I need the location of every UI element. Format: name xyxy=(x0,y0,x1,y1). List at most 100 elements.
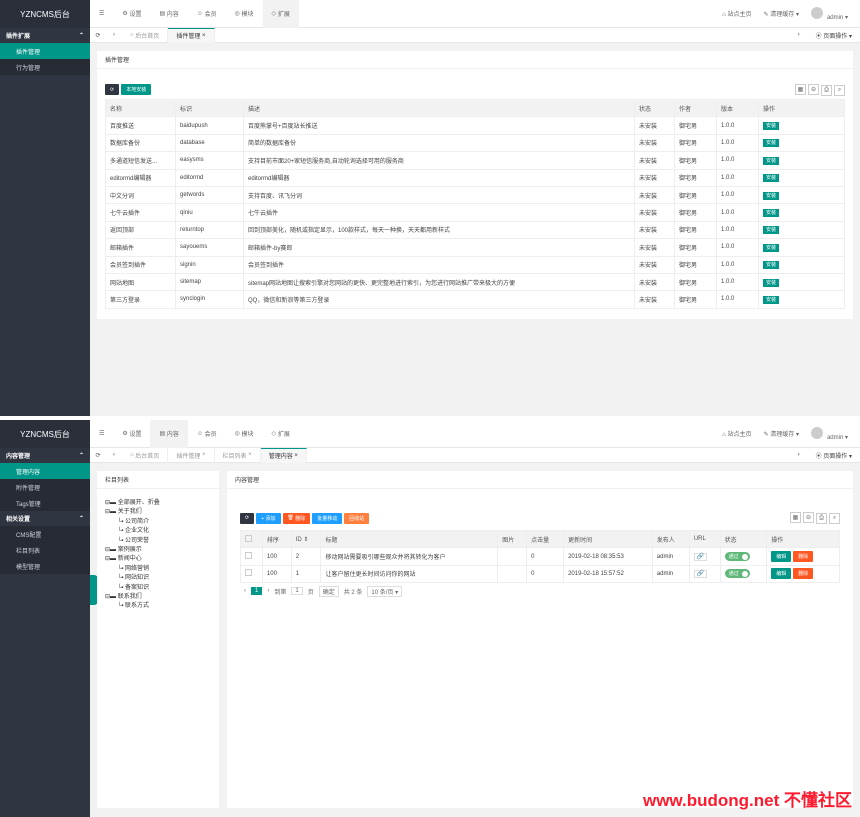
edit-button[interactable]: 编辑 xyxy=(771,551,792,563)
top-nav-extend[interactable]: ◇ 扩展 xyxy=(263,420,299,448)
status-toggle[interactable]: 通过 xyxy=(724,569,750,579)
chevron-right-icon[interactable]: › xyxy=(790,32,808,38)
page-ops-button[interactable]: ⦿ 页面操作 ▾ xyxy=(808,31,860,40)
top-nav-module[interactable]: ◎ 模块 xyxy=(226,0,263,28)
select-all-checkbox[interactable] xyxy=(245,534,252,542)
site-home-link[interactable]: ⌂ 站点主页 xyxy=(722,9,751,18)
tree-node[interactable]: ⊟▬ 案例展示 xyxy=(105,546,211,555)
menu-group-content[interactable]: 内容管理 ⌃ xyxy=(0,448,90,463)
install-button[interactable]: 安装 xyxy=(763,139,780,148)
sidebar-item-behavior-management[interactable]: 行为管理 xyxy=(0,59,90,75)
refresh-button[interactable]: ⟳ xyxy=(240,512,255,524)
refresh-button[interactable]: ⟳ xyxy=(105,84,120,95)
install-button[interactable]: 安装 xyxy=(763,122,780,131)
tab-plugin-management[interactable]: 插件管理 × xyxy=(168,27,215,43)
refresh-icon[interactable]: ⟳ xyxy=(90,452,106,459)
install-button[interactable]: 安装 xyxy=(763,295,780,304)
tree-node[interactable]: ⊟▬ 全部展开、折叠 xyxy=(105,499,211,508)
sidebar-item-attachments[interactable]: 附件管理 xyxy=(0,479,90,495)
sidebar-item-tags[interactable]: Tags管理 xyxy=(0,495,90,511)
print-icon[interactable]: ⎙ xyxy=(821,84,832,96)
clear-cache-menu[interactable]: ✎ 清理缓存 ▾ xyxy=(764,429,799,438)
delete-row-button[interactable]: 删除 xyxy=(793,568,814,580)
print-icon[interactable]: ⎙ xyxy=(816,513,827,524)
tab-home[interactable]: ⌂ 后台首页 xyxy=(122,27,169,43)
install-button[interactable]: 安装 xyxy=(763,278,780,287)
install-button[interactable]: 安装 xyxy=(763,261,780,270)
current-page[interactable]: 1 xyxy=(251,587,263,596)
chevron-left-icon[interactable]: ‹ xyxy=(106,32,122,38)
row-checkbox[interactable] xyxy=(245,569,252,577)
status-toggle[interactable]: 通过 xyxy=(724,552,750,562)
tree-node[interactable]: ⊟▬ 关于我们 xyxy=(105,508,211,517)
top-nav-member[interactable]: ☺ 会员 xyxy=(188,420,226,448)
tree-node[interactable]: ⊟▬ 新闻中心 xyxy=(105,555,211,564)
menu-toggle-icon[interactable]: ☰ xyxy=(90,0,113,28)
tree-node[interactable]: └▪ 备案知识 xyxy=(105,584,211,593)
chevron-left-icon[interactable]: ‹ xyxy=(106,452,122,458)
delete-row-button[interactable]: 删除 xyxy=(793,551,814,563)
user-menu[interactable]: admin ▾ xyxy=(810,6,848,21)
install-button[interactable]: 安装 xyxy=(763,191,780,200)
top-nav-extend[interactable]: ◇ 扩展 xyxy=(262,0,299,28)
batch-move-button[interactable]: 批量移动 xyxy=(312,512,343,524)
table-row: 100 1 让客户留住更长时间访问你的网站 0 2019-02-18 15:57:52 a… xyxy=(240,564,840,584)
sidebar-item-column-list[interactable]: 栏目列表 xyxy=(0,542,90,558)
top-nav-content[interactable]: ▤ 内容 xyxy=(150,0,187,28)
sidebar-item-cms-config[interactable]: CMS配置 xyxy=(0,526,90,542)
delete-button[interactable]: 🗑 删除 xyxy=(282,512,311,524)
top-nav-module[interactable]: ◎ 模块 xyxy=(226,420,263,448)
menu-toggle-icon[interactable]: ☰ xyxy=(90,420,113,448)
refresh-icon[interactable]: ⟳ xyxy=(90,32,106,39)
top-nav-settings[interactable]: ⚙ 设置 xyxy=(113,0,150,28)
chevron-right-icon[interactable]: › xyxy=(790,452,808,458)
tree-node[interactable]: ⊟▬ 联系我们 xyxy=(105,593,211,602)
top-nav-member[interactable]: ☺ 会员 xyxy=(188,0,226,28)
tree-node[interactable]: └▪ 联系方式 xyxy=(105,602,211,611)
page-ops-button[interactable]: ⦿ 页面操作 ▾ xyxy=(808,451,860,460)
tab-column-list[interactable]: 栏目列表 × xyxy=(215,447,261,463)
top-nav-content[interactable]: ▤ 内容 xyxy=(150,420,188,448)
menu-group-settings[interactable]: 相关设置 ⌃ xyxy=(0,511,90,526)
tree-node[interactable]: └▪ 公司简介 xyxy=(105,518,211,527)
top-nav-settings[interactable]: ⚙ 设置 xyxy=(113,420,150,448)
tree-node[interactable]: └▪ 企业文化 xyxy=(105,527,211,536)
install-button[interactable]: 安装 xyxy=(763,243,780,252)
page-size-select[interactable]: 10 条/页 ▾ xyxy=(367,585,403,597)
content-toolbar: ⟳ + 添加 🗑 删除 批量移动 回收站 ▦ ⊖ ⎙ ⌕ xyxy=(240,511,840,525)
sidebar-item-plugin-management[interactable]: 插件管理 xyxy=(0,43,90,59)
site-home-link[interactable]: ⌂ 站点主页 xyxy=(722,429,751,438)
search-icon[interactable]: ⌕ xyxy=(829,513,840,524)
tab-plugin-management[interactable]: 插件管理 × xyxy=(168,447,215,463)
next-page-button[interactable]: › xyxy=(267,588,269,594)
sidebar-item-model-management[interactable]: 模型管理 xyxy=(0,558,90,574)
user-menu[interactable]: admin ▾ xyxy=(810,426,848,441)
install-button[interactable]: 安装 xyxy=(763,226,780,235)
tree-node[interactable]: └▪ 网站知识 xyxy=(105,574,211,583)
page-input[interactable]: 1 xyxy=(291,587,303,596)
add-button[interactable]: + 添加 xyxy=(256,512,281,524)
tree-node[interactable]: └▪ 网络营销 xyxy=(105,565,211,574)
search-icon[interactable]: ⌕ xyxy=(834,84,845,96)
edit-button[interactable]: 编辑 xyxy=(771,568,792,580)
install-button[interactable]: 安装 xyxy=(763,156,780,165)
columns-icon[interactable]: ▦ xyxy=(795,83,806,95)
prev-page-button[interactable]: ‹ xyxy=(244,588,246,594)
export-icon[interactable]: ⊖ xyxy=(808,83,819,95)
clear-cache-menu[interactable]: ✎ 清理缓存 ▾ xyxy=(764,9,799,18)
recycle-bin-button[interactable]: 回收站 xyxy=(344,512,370,524)
tab-manage-content[interactable]: 管理内容 × xyxy=(260,447,307,463)
tab-home[interactable]: ⌂ 后台首页 xyxy=(122,447,169,463)
install-button[interactable]: 安装 xyxy=(763,174,780,183)
menu-group-plugin-extend[interactable]: 插件扩展 ⌃ xyxy=(0,28,90,43)
row-checkbox[interactable] xyxy=(245,552,252,560)
confirm-button[interactable]: 确定 xyxy=(318,585,339,597)
url-link-icon[interactable]: 🔗 xyxy=(693,553,708,562)
sidebar-item-manage-content[interactable]: 管理内容 xyxy=(0,463,90,479)
export-icon[interactable]: ⊖ xyxy=(803,512,814,523)
install-button[interactable]: 安装 xyxy=(763,209,780,218)
tree-node[interactable]: └▪ 公司荣誉 xyxy=(105,537,211,546)
columns-icon[interactable]: ▦ xyxy=(790,512,801,523)
local-install-button[interactable]: 本地安装 xyxy=(121,84,152,95)
url-link-icon[interactable]: 🔗 xyxy=(693,570,708,579)
